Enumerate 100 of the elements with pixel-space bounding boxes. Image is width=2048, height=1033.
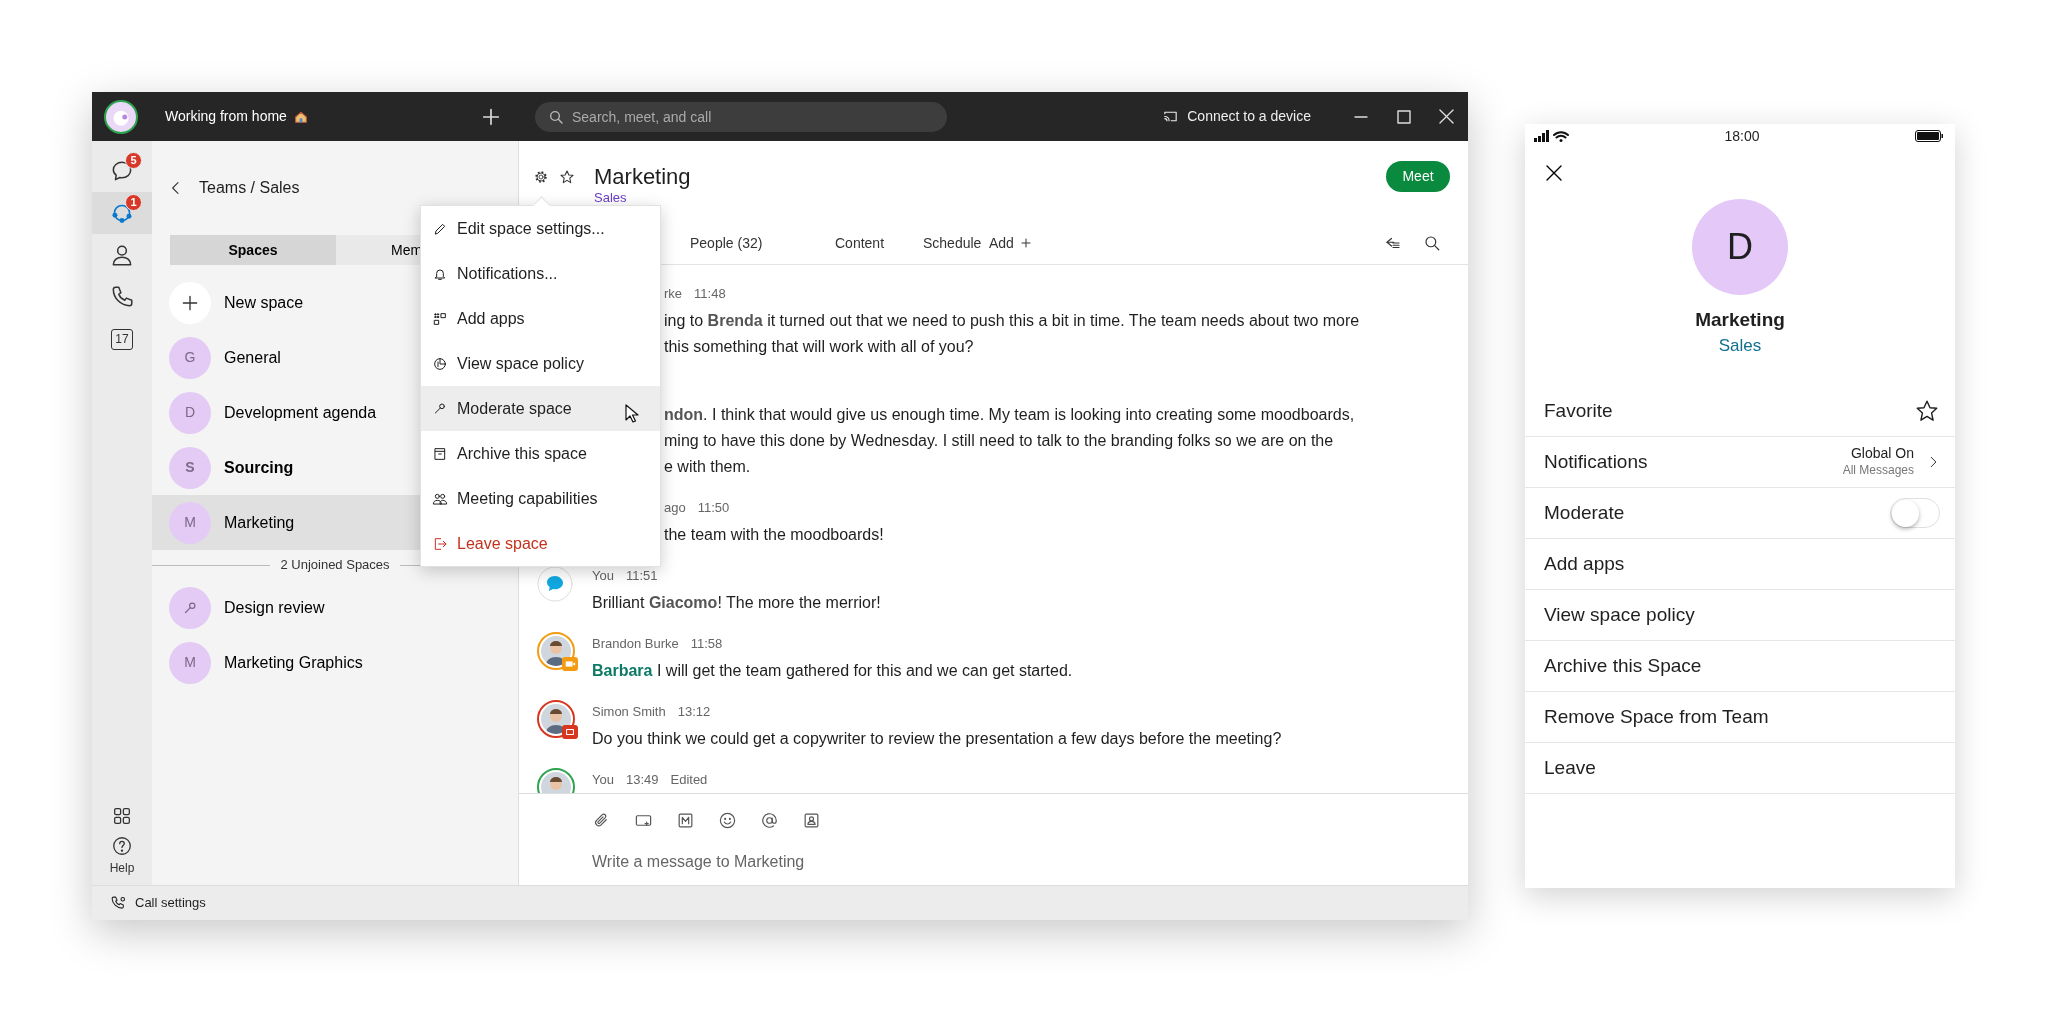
policy-icon (432, 355, 448, 372)
team-link[interactable]: Sales (594, 190, 691, 206)
plus-icon (1019, 237, 1032, 249)
sender-name: You (592, 567, 614, 585)
message-text: ming to have this done by Wednesday. I still need to talk to the branding folks so we are on the (664, 431, 1335, 451)
menu-item[interactable]: View space policy (421, 341, 660, 386)
message-time: 11:50 (697, 499, 730, 517)
row-label[interactable]: View space policy (1544, 600, 1695, 629)
emoji-button[interactable] (718, 810, 737, 830)
search-button[interactable] (1423, 234, 1441, 252)
space-item[interactable]: Design review (152, 580, 518, 635)
space-avatar: M (169, 501, 211, 544)
tab[interactable]: Schedule (923, 232, 989, 254)
tab[interactable]: People (32) (690, 232, 835, 254)
menu-item[interactable]: Add apps (421, 296, 660, 341)
settings-icon (533, 169, 549, 185)
minimize-icon (1353, 115, 1368, 118)
message-text: Brilliant Giacomo! The more the merrior! (592, 593, 881, 613)
star-icon (559, 169, 575, 185)
clock: 18:00 (1724, 126, 1760, 146)
space-avatar: D (169, 391, 211, 434)
segment-tab[interactable]: Spaces (170, 235, 336, 265)
mention-button[interactable] (760, 810, 779, 830)
search-icon (548, 108, 564, 125)
message-input[interactable]: Write a message to Marketing (592, 850, 1192, 874)
section-label: 2 Unjoined Spaces (280, 556, 390, 575)
teams-tab[interactable]: 1 (92, 192, 152, 234)
menu-item[interactable]: Notifications... (421, 251, 660, 296)
menu-item[interactable]: Leave space (421, 521, 660, 566)
connect-button[interactable]: Connect to a device (1162, 106, 1311, 127)
key-icon (432, 400, 448, 417)
message-time: 13:12 (677, 703, 711, 721)
call-settings-icon (110, 894, 127, 912)
message-text: Do you think we could get a copywriter to review the presentation a few days before the meeting? (592, 729, 1282, 749)
help-icon (111, 835, 133, 857)
message-text: ndon. I think that would give us enough time. My team is looking into creating some moodboards, (664, 405, 1355, 425)
sender-name: ago (664, 499, 686, 517)
chat-tab[interactable]: 5 (92, 150, 152, 192)
row-label[interactable]: Archive this Space (1544, 651, 1702, 680)
row-label[interactable]: Remove Space from Team (1544, 702, 1769, 731)
meet-button[interactable]: Meet (1386, 161, 1450, 192)
settings-button[interactable] (533, 169, 549, 185)
archive-icon (432, 445, 448, 462)
mention-icon (760, 810, 779, 830)
sender-name: rke (664, 285, 683, 303)
sender-name: Simon Smith (592, 703, 666, 721)
search-field[interactable]: Search, meet, and call (535, 101, 947, 132)
leave-icon (432, 535, 448, 552)
row-label[interactable]: Notifications (1544, 447, 1648, 476)
calendar-tab[interactable]: 17 (92, 318, 152, 360)
message-text: the team with the moodboards! (664, 525, 884, 545)
call-settings-link[interactable]: Call settings (135, 893, 206, 913)
space-avatar: M (169, 641, 211, 684)
toggle-switch[interactable] (1890, 497, 1940, 528)
status-text: Working from home (165, 107, 287, 126)
menu-item[interactable]: Archive this space (421, 431, 660, 476)
team-link[interactable]: Sales (1525, 335, 1955, 356)
setting-value: Global On (1849, 445, 1914, 463)
space-avatar: G (169, 336, 211, 379)
favorite-button[interactable] (559, 169, 575, 185)
menu-item[interactable]: Moderate space (421, 386, 660, 431)
menu-item[interactable]: Edit space settings... (421, 206, 660, 251)
emoji-icon (718, 810, 737, 830)
space-avatar: S (169, 446, 211, 489)
message-text: ing to Brenda it turned out that we need to push this a bit in time. The team needs about two more (664, 311, 1360, 331)
space-title: Marketing (1694, 307, 1786, 332)
message-time: 11:58 (690, 635, 723, 653)
setting-note: All Messages (1842, 462, 1914, 479)
row-label[interactable]: Add apps (1544, 549, 1625, 578)
screen-share-icon (564, 726, 576, 738)
space-avatar: D (1692, 198, 1788, 295)
breadcrumb: Teams / Sales (199, 178, 300, 198)
sender-name: You (592, 771, 614, 789)
sender-name: Brandon Burke (592, 635, 679, 653)
message-time: 13:49 (625, 771, 659, 789)
space-item[interactable]: M Marketing Graphics (152, 635, 518, 690)
row-label[interactable]: Moderate (1544, 498, 1625, 527)
apps-icon (111, 805, 133, 827)
help-button[interactable]: Help (92, 835, 152, 877)
message-time: 11:48 (694, 285, 726, 303)
space-title: Marketing (594, 164, 691, 190)
wifi-icon (1553, 130, 1569, 142)
row-label[interactable]: Favorite (1544, 396, 1613, 425)
unread-badge: 1 (125, 194, 142, 211)
menu-item[interactable]: Meeting capabilities (421, 476, 660, 521)
unread-badge: 5 (125, 152, 142, 169)
maximize-icon (1396, 109, 1411, 124)
tab[interactable]: Content (835, 232, 923, 254)
video-icon (564, 658, 576, 670)
signal-icon (1533, 130, 1550, 142)
edited-label: Edited (670, 771, 708, 789)
avatar (104, 99, 138, 134)
message-text: this something that will work with all of you? (664, 337, 975, 357)
row-label[interactable]: Leave (1544, 753, 1596, 782)
search-icon (1423, 234, 1441, 252)
tab[interactable]: Add (989, 232, 1049, 254)
message-time: 11:51 (625, 567, 658, 585)
message-text: Barbara I will get the team gathered for this and we can get started. (592, 661, 1073, 681)
close-icon (1439, 109, 1454, 124)
battery-icon (1915, 130, 1943, 142)
